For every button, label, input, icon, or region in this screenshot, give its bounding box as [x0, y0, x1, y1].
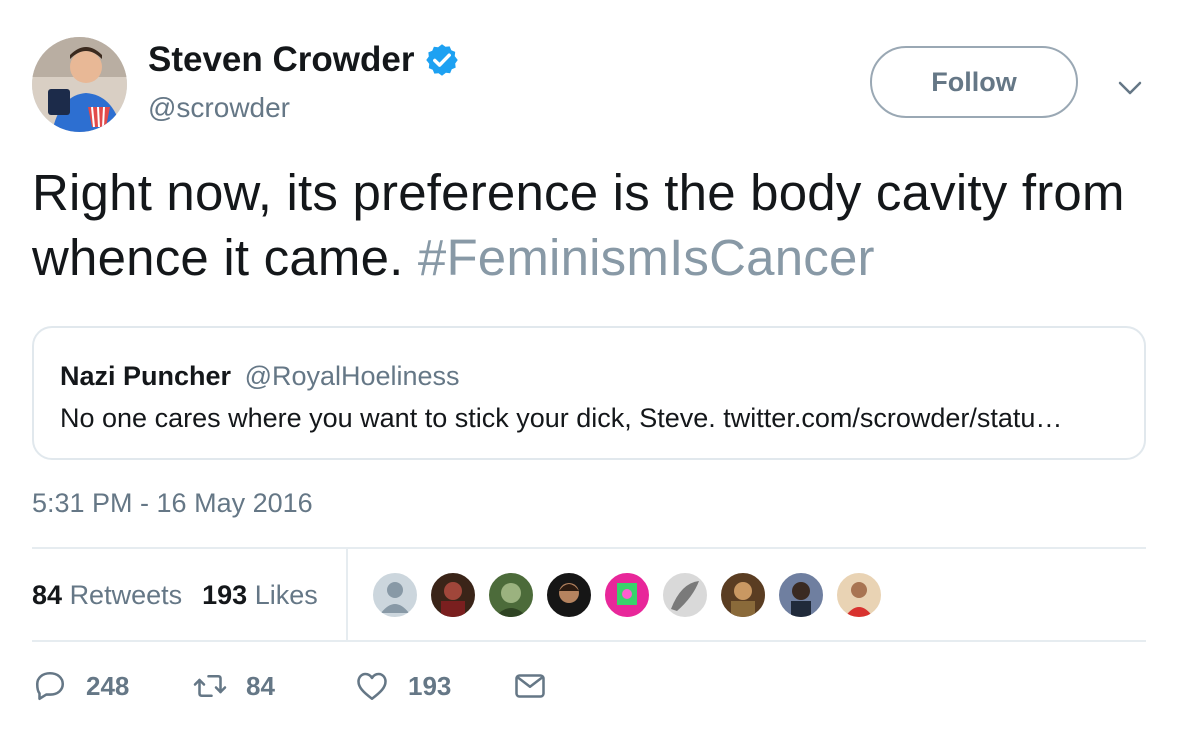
author-handle[interactable]: @scrowder: [148, 92, 290, 124]
likes-stat[interactable]: 193 Likes: [202, 580, 318, 610]
retweets-label: Retweets: [69, 580, 183, 610]
quoted-author-name: Nazi Puncher: [60, 361, 232, 391]
author-avatar[interactable]: [32, 37, 127, 132]
likes-count: 193: [202, 580, 248, 610]
quoted-tweet-card[interactable]: Nazi Puncher @RoyalHoeliness No one care…: [32, 326, 1146, 460]
likes-label: Likes: [254, 580, 318, 610]
verified-badge-icon: [426, 44, 459, 76]
quoted-tweet-header: Nazi Puncher @RoyalHoeliness: [60, 361, 460, 392]
retweet-count: 84: [246, 670, 275, 701]
engagement-stats: 84 Retweets 193 Likes: [32, 580, 318, 611]
like-count: 193: [408, 670, 452, 701]
follow-button[interactable]: Follow: [870, 46, 1078, 118]
reply-count: 248: [86, 670, 130, 701]
chevron-down-icon[interactable]: [1115, 73, 1145, 103]
liker-avatar[interactable]: [661, 571, 709, 619]
tweet-hashtag[interactable]: #FeminismIsCancer: [418, 229, 875, 286]
direct-message-action[interactable]: [512, 668, 548, 704]
reply-action[interactable]: 248: [32, 668, 129, 704]
retweet-action[interactable]: 84: [192, 668, 275, 704]
liker-avatar[interactable]: [835, 571, 883, 619]
liker-avatar[interactable]: [777, 571, 825, 619]
reply-icon: [35, 671, 65, 701]
liker-avatar[interactable]: [719, 571, 767, 619]
tweet-text: Right now, its preference is the body ca…: [32, 160, 1162, 290]
retweets-count: 84: [32, 580, 63, 610]
divider: [32, 547, 1146, 549]
author-name-row[interactable]: Steven Crowder: [148, 40, 460, 80]
liker-avatar[interactable]: [545, 571, 593, 619]
liker-avatar[interactable]: [371, 571, 419, 619]
liker-avatar[interactable]: [487, 571, 535, 619]
avatar-image: [32, 37, 127, 132]
divider: [32, 640, 1146, 642]
quoted-author-handle: @RoyalHoeliness: [244, 361, 460, 391]
liker-avatar[interactable]: [603, 571, 651, 619]
direct-message-icon: [515, 674, 545, 698]
author-name[interactable]: Steven Crowder: [148, 40, 414, 80]
quoted-tweet-text: No one cares where you want to stick you…: [60, 403, 1063, 433]
like-action[interactable]: 193: [354, 668, 451, 704]
retweet-icon: [193, 674, 227, 698]
like-icon: [357, 672, 387, 701]
tweet-timestamp[interactable]: 5:31 PM - 16 May 2016: [32, 488, 313, 519]
liker-avatar[interactable]: [429, 571, 477, 619]
retweets-stat[interactable]: 84 Retweets: [32, 580, 182, 610]
divider: [346, 549, 348, 640]
